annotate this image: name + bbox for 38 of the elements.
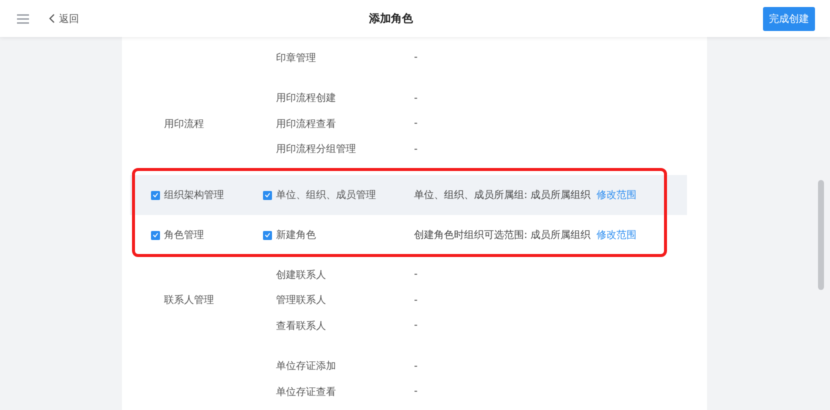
scope-text: - <box>414 144 418 155</box>
scope-text: - <box>414 294 418 306</box>
permission-name: 创建联系人 <box>276 268 326 282</box>
scope-text: - <box>414 269 418 280</box>
scrollbar-thumb[interactable] <box>818 180 824 290</box>
permission-name: 管理联系人 <box>276 294 326 308</box>
scope-text: - <box>414 386 418 398</box>
scope-text: 创建角色时组织可选范围: 成员所属组织 <box>414 228 591 242</box>
checkbox[interactable] <box>263 230 272 240</box>
permission-name: 单位、组织、成员管理 <box>276 188 376 202</box>
scope-text: - <box>414 320 418 332</box>
group-name: 联系人管理 <box>164 294 214 308</box>
back-button[interactable]: 返回 <box>49 12 79 26</box>
scope-text: - <box>414 360 418 372</box>
checkbox[interactable] <box>263 190 272 200</box>
permission-name: 印章管理 <box>276 52 316 65</box>
scope-text: - <box>414 118 418 130</box>
page-title: 添加角色 <box>368 11 414 26</box>
permission-name: 用印流程分组管理 <box>276 142 356 156</box>
group-name: 角色管理 <box>164 229 204 242</box>
scope-text: - <box>414 92 418 104</box>
checkbox[interactable] <box>151 190 160 200</box>
scope-text: - <box>414 52 418 64</box>
menu-icon[interactable] <box>17 14 29 24</box>
permission-name: 用印流程创建 <box>276 92 336 106</box>
checkbox[interactable] <box>151 230 160 240</box>
finish-create-button[interactable]: 完成创建 <box>763 6 815 30</box>
edit-scope-link[interactable]: 修改范围 <box>596 228 637 242</box>
permission-name: 单位存证添加 <box>276 360 336 374</box>
group-name: 组织架构管理 <box>164 188 224 202</box>
scope-text: 单位、组织、成员所属组: 成员所属组织 <box>414 188 591 202</box>
permission-name: 新建角色 <box>276 228 316 242</box>
permission-name: 用印流程查看 <box>276 118 336 131</box>
edit-scope-link[interactable]: 修改范围 <box>596 188 637 202</box>
chevron-left-icon <box>49 14 55 23</box>
permission-name: 查看联系人 <box>276 320 326 333</box>
group-name: 用印流程 <box>164 118 204 131</box>
permission-name: 单位存证查看 <box>276 386 336 399</box>
